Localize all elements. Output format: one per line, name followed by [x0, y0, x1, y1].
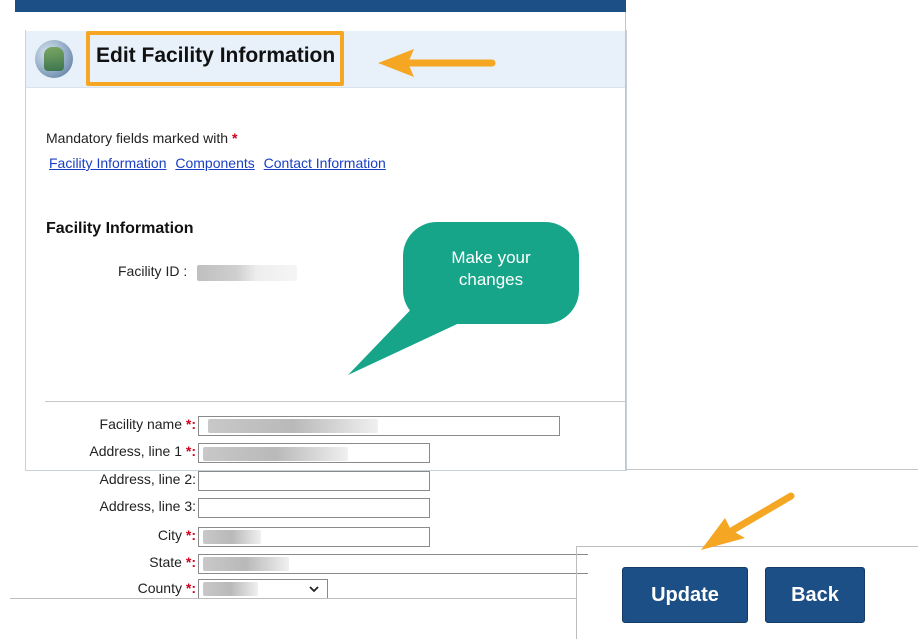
mandatory-note: Mandatory fields marked with * [46, 130, 237, 146]
link-components[interactable]: Components [175, 155, 254, 171]
field-label: Address, line 3 [99, 498, 193, 514]
form-row-address-2: Address, line 2: [40, 471, 197, 491]
field-label: State [149, 554, 182, 570]
arrow-left-icon [378, 49, 496, 77]
form-row-state: State *: [40, 554, 196, 574]
form-row-county: County *: [40, 580, 196, 600]
facility-id-value-redacted [197, 265, 297, 281]
address-line-1-value-redacted [203, 447, 348, 461]
state-value-redacted [203, 557, 289, 571]
callout-text: Make your changes [403, 247, 579, 291]
field-label: County [137, 580, 182, 596]
field-label: Facility name [99, 416, 182, 432]
form-row-address-3: Address, line 3: [40, 498, 197, 518]
required-mark: *: [185, 527, 196, 543]
link-contact-information[interactable]: Contact Information [264, 155, 386, 171]
panel-divider [10, 598, 577, 599]
title-highlight-box [86, 31, 344, 86]
field-label: Address, line 2 [99, 471, 193, 487]
link-facility-information[interactable]: Facility Information [49, 155, 166, 171]
form-row-city: City *: [40, 527, 196, 547]
back-button[interactable]: Back [765, 567, 865, 623]
panel-border [625, 12, 626, 470]
facility-id-label: Facility ID : [118, 263, 188, 279]
field-label: Address, line 1 [89, 443, 182, 459]
section-links: Facility Information Components Contact … [49, 155, 391, 171]
field-label: City [157, 527, 182, 543]
panel-divider-vertical [576, 546, 577, 639]
label-colon: : [192, 471, 196, 487]
label-colon: : [192, 498, 196, 514]
divider [45, 401, 625, 402]
facility-icon-figure [44, 47, 64, 71]
callout-line-2: changes [458, 270, 524, 289]
required-mark: * [231, 130, 238, 146]
form-row-address-1: Address, line 1 *: [40, 443, 196, 463]
callout-line-1: Make your [451, 248, 531, 267]
address-line-3-input[interactable] [198, 498, 430, 518]
section-title: Facility Information [46, 220, 194, 237]
top-bar [15, 0, 626, 12]
panel-border-bottom [625, 469, 918, 470]
form-row-facility-name: Facility name *: [40, 416, 196, 436]
arrow-down-left-icon [701, 492, 795, 550]
address-line-2-input[interactable] [198, 471, 430, 491]
county-value-redacted [203, 582, 258, 596]
facility-name-value-redacted [208, 419, 378, 433]
required-mark: *: [185, 443, 196, 459]
required-mark: *: [185, 554, 196, 570]
required-mark: *: [185, 416, 196, 432]
chevron-down-icon [309, 586, 319, 593]
city-value-redacted [203, 530, 261, 544]
update-button[interactable]: Update [622, 567, 748, 623]
required-mark: *: [185, 580, 196, 596]
mandatory-text: Mandatory fields marked with [46, 130, 229, 146]
